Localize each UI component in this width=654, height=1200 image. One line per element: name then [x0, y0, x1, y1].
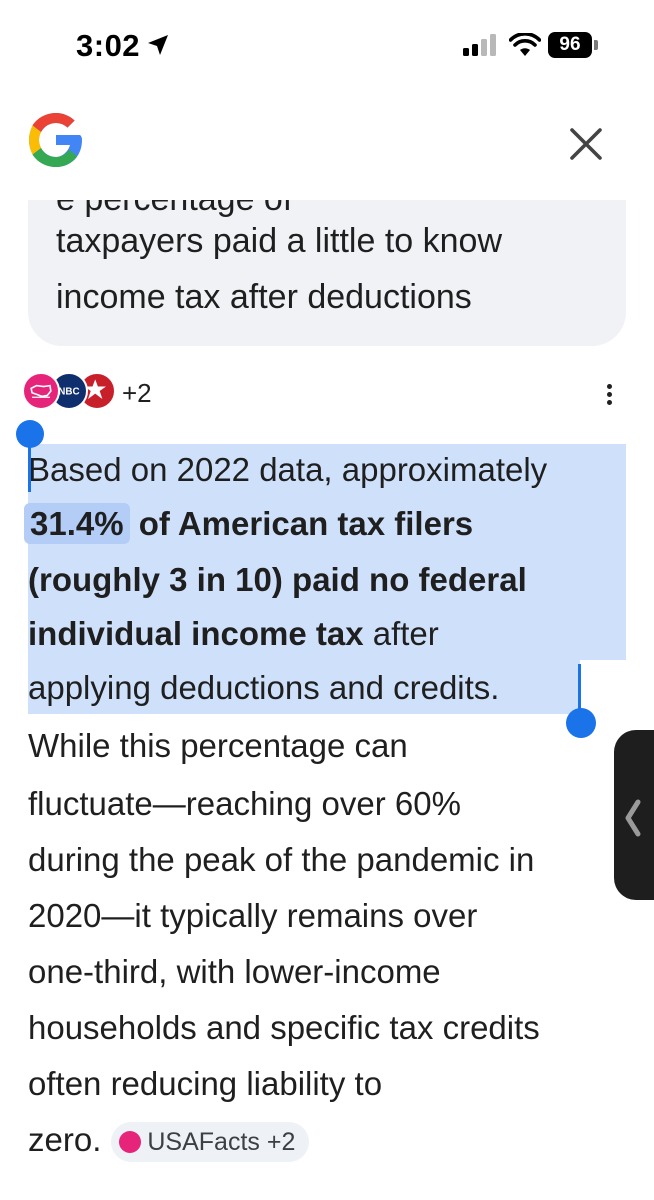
svg-text:NBC: NBC — [58, 387, 79, 398]
query-line: income tax after deductions — [56, 278, 472, 316]
citation-chip[interactable]: USAFacts +2 — [111, 1122, 310, 1163]
battery-level: 96 — [548, 32, 592, 58]
source-more-count: +2 — [122, 378, 152, 408]
answer-line: during the peak of the pandemic in — [28, 841, 535, 878]
location-arrow-icon — [148, 35, 168, 55]
answer-line: Based on 2022 data, approximately — [28, 451, 548, 488]
chevron-left-icon — [625, 799, 641, 837]
usafacts-icon — [22, 372, 60, 410]
screen: 3:02 96 e percentage of taxp — [0, 0, 654, 1200]
answer-normal: after — [363, 615, 439, 652]
more-vert-icon[interactable] — [598, 380, 622, 410]
answer-line: (roughly 3 in 10) paid no federal — [28, 561, 527, 598]
answer-line: 2020—it typically remains over — [28, 897, 478, 934]
menu-dot — [607, 392, 612, 397]
close-icon[interactable] — [566, 124, 606, 164]
wifi-icon — [509, 33, 541, 56]
highlighted-stat: 31.4% — [24, 503, 130, 544]
usafacts-icon — [119, 1130, 142, 1153]
status-bar: 3:02 96 — [0, 0, 654, 92]
menu-dot — [607, 384, 612, 389]
side-panel-tab[interactable] — [614, 730, 654, 900]
answer-line: zero. USAFacts +2 — [28, 1112, 310, 1168]
battery-tip — [594, 40, 598, 50]
selection-start-handle[interactable] — [16, 420, 44, 448]
answer-line: one-third, with lower-income — [28, 953, 441, 990]
answer-line: While this percentage can — [28, 727, 408, 764]
query-bubble: e percentage of taxpayers paid a little … — [28, 200, 626, 346]
menu-dot — [607, 400, 612, 405]
answer-line: individual income tax after — [28, 606, 439, 662]
status-time: 3:02 — [76, 28, 141, 63]
citation-label: USAFacts +2 — [147, 1128, 296, 1157]
answer-line: applying deductions and credits. — [28, 669, 500, 706]
answer-line: often reducing liability to — [28, 1065, 383, 1102]
answer-line: households and specific tax credits — [28, 1009, 540, 1046]
answer-normal: zero. — [28, 1121, 102, 1158]
answer-line: 31.4% of American tax filers — [24, 496, 474, 552]
signal-icon — [463, 34, 496, 56]
battery-icon: 96 — [548, 32, 598, 58]
query-line-cut: e percentage of — [56, 200, 292, 219]
answer-bold: individual income tax — [28, 615, 364, 652]
answer-line: fluctuate—reaching over 60% — [28, 785, 461, 822]
query-line: taxpayers paid a little to know — [56, 222, 503, 260]
answer-line-bold: of American tax filers — [129, 505, 474, 542]
selection-end-handle[interactable] — [566, 708, 596, 738]
google-g-logo — [29, 113, 82, 167]
